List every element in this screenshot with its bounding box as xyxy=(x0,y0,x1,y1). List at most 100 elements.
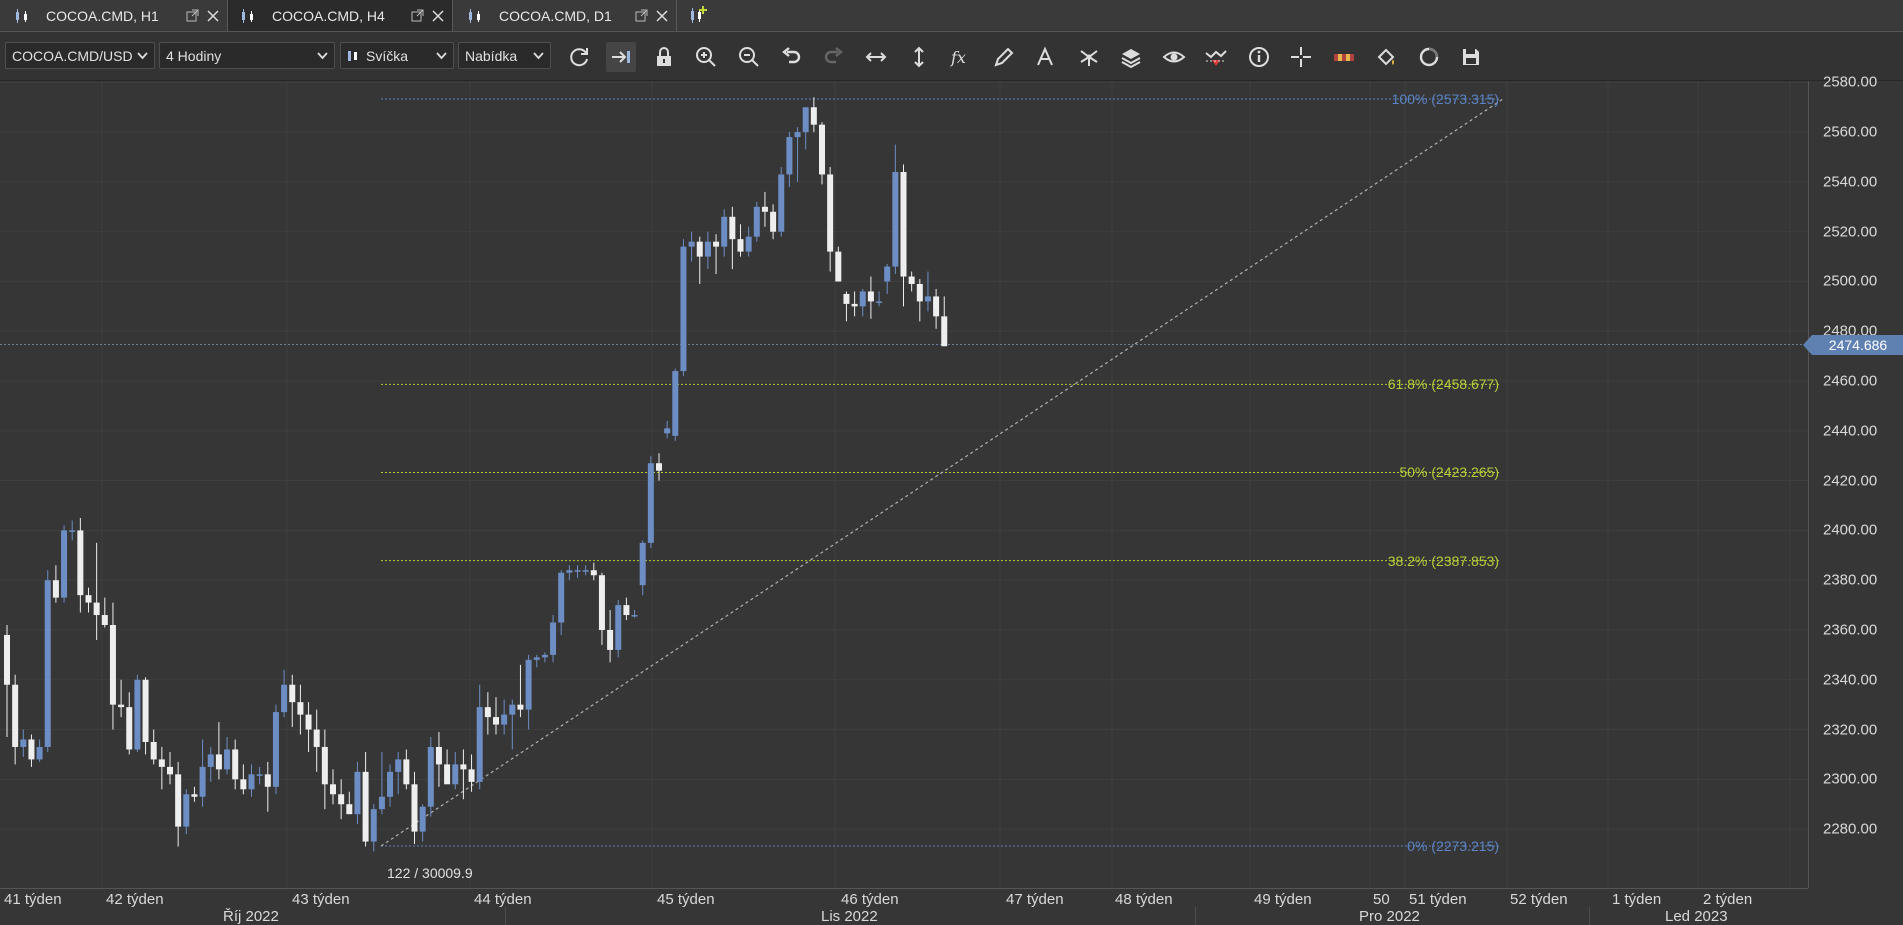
candle-body xyxy=(142,679,149,742)
price-label: 2320.00 xyxy=(1823,721,1878,739)
shift-chart-button[interactable] xyxy=(606,42,636,72)
week-label: 48 týden xyxy=(1115,891,1173,908)
instrument-select[interactable]: COCOA.CMD/USD xyxy=(5,42,155,69)
tab-cocoa-h4[interactable]: COCOA.CMD, H4 xyxy=(228,0,453,31)
detach-window-icon[interactable] xyxy=(635,9,648,22)
zoom-in-button[interactable] xyxy=(691,42,721,72)
candle-body xyxy=(134,679,141,750)
detach-window-icon[interactable] xyxy=(411,9,424,22)
chart-canvas[interactable]: 100% (2573.315) 61.8% (2458.677) 50% (24… xyxy=(0,81,1808,888)
close-icon[interactable] xyxy=(207,9,219,22)
candle-body xyxy=(61,530,68,598)
time-axis[interactable]: 41 týden 42 týden 43 týden 44 týden 45 t… xyxy=(0,888,1808,925)
candle-body xyxy=(427,746,434,807)
candle-body xyxy=(892,171,899,267)
new-chart-tab-icon[interactable] xyxy=(686,5,708,25)
side-value: Nabídka xyxy=(465,47,518,64)
candle-body xyxy=(647,463,654,543)
price-label: 2280.00 xyxy=(1823,820,1878,838)
lock-button[interactable] xyxy=(649,42,679,72)
candle-body xyxy=(28,739,35,760)
theme-button[interactable] xyxy=(1371,42,1401,72)
candle-body xyxy=(85,595,92,603)
price-label: 2400.00 xyxy=(1823,521,1878,539)
candle-body xyxy=(460,764,467,770)
tab-cocoa-d1[interactable]: COCOA.CMD, D1 xyxy=(453,0,677,31)
candle-body xyxy=(713,241,720,247)
patterns-button[interactable] xyxy=(1074,42,1104,72)
horizontal-scale-button[interactable] xyxy=(861,42,891,72)
vertical-scale-button[interactable] xyxy=(904,42,934,72)
candle-body xyxy=(615,605,622,650)
refresh-icon xyxy=(570,48,588,67)
week-label: 51 týden xyxy=(1409,891,1467,908)
candle-body xyxy=(240,779,247,790)
drawing-pencil-icon xyxy=(994,47,1014,67)
crosshair-button[interactable] xyxy=(1286,42,1316,72)
instrument-value: COCOA.CMD/USD xyxy=(12,47,133,64)
chart-type-select[interactable]: Svíčka xyxy=(340,42,454,69)
week-label: 49 týden xyxy=(1254,891,1312,908)
candle-body xyxy=(517,704,524,710)
candle-body xyxy=(370,809,377,842)
candle-body xyxy=(835,251,842,282)
candle-body xyxy=(281,684,288,713)
price-axis[interactable]: 2280.00 2300.00 2320.00 2340.00 2360.00 2380.… xyxy=(1803,74,1903,888)
horizontal-scale-icon xyxy=(865,52,887,62)
candle-body xyxy=(729,216,736,240)
detach-window-icon[interactable] xyxy=(186,9,199,22)
candle-body xyxy=(810,107,817,125)
undo-button[interactable] xyxy=(776,42,806,72)
candle-body xyxy=(541,654,548,658)
price-label: 2500.00 xyxy=(1823,272,1878,290)
zoom-out-button[interactable] xyxy=(734,42,764,72)
candle-body xyxy=(501,714,508,725)
ruler-button[interactable] xyxy=(1329,42,1359,72)
candlestick-chart-icon xyxy=(16,8,27,23)
price-label: 2440.00 xyxy=(1823,422,1878,440)
candle-body xyxy=(183,794,190,827)
candle-body xyxy=(908,276,915,284)
candle-body xyxy=(101,615,108,625)
candle-body xyxy=(851,303,858,307)
chevron-down-icon xyxy=(436,52,447,60)
month-label: Lis 2022 xyxy=(821,908,878,925)
info-button[interactable] xyxy=(1244,42,1274,72)
candle-body xyxy=(224,749,231,770)
indicators-button[interactable]: fx xyxy=(946,42,976,72)
close-icon[interactable] xyxy=(656,9,668,22)
alerts-button[interactable] xyxy=(1201,42,1231,72)
close-icon[interactable] xyxy=(432,9,444,22)
candle-body xyxy=(362,771,369,842)
candle-body xyxy=(387,771,394,797)
templates-button[interactable] xyxy=(1414,42,1444,72)
candle-body xyxy=(802,107,809,133)
month-separator xyxy=(505,907,506,925)
side-select[interactable]: Nabídka xyxy=(458,42,551,69)
period-select[interactable]: 4 Hodiny xyxy=(159,42,335,69)
text-tool-icon xyxy=(1037,46,1053,66)
candle-body xyxy=(704,241,711,257)
price-chart[interactable] xyxy=(0,81,1808,888)
refresh-button[interactable] xyxy=(564,42,594,72)
candle-body xyxy=(778,174,785,232)
text-tool-button[interactable] xyxy=(1031,42,1061,72)
visibility-eye-icon xyxy=(1162,51,1186,63)
tab-cocoa-h1[interactable]: COCOA.CMD, H1 xyxy=(0,0,228,31)
redo-button[interactable] xyxy=(819,42,849,72)
layers-button[interactable] xyxy=(1116,42,1146,72)
visibility-button[interactable] xyxy=(1159,42,1189,72)
candle-body xyxy=(248,774,255,790)
save-button[interactable] xyxy=(1456,42,1486,72)
tab-label: COCOA.CMD, D1 xyxy=(499,7,612,24)
candle-body xyxy=(550,622,557,655)
theme-icon xyxy=(1377,48,1395,66)
candle-body xyxy=(20,739,27,747)
drawing-button[interactable] xyxy=(989,42,1019,72)
candle-body xyxy=(93,602,100,616)
week-label: 45 týden xyxy=(657,891,715,908)
candle-body xyxy=(607,629,614,650)
candle-body xyxy=(36,746,43,760)
candle-body xyxy=(786,137,793,175)
week-label: 1 týden xyxy=(1612,891,1662,908)
